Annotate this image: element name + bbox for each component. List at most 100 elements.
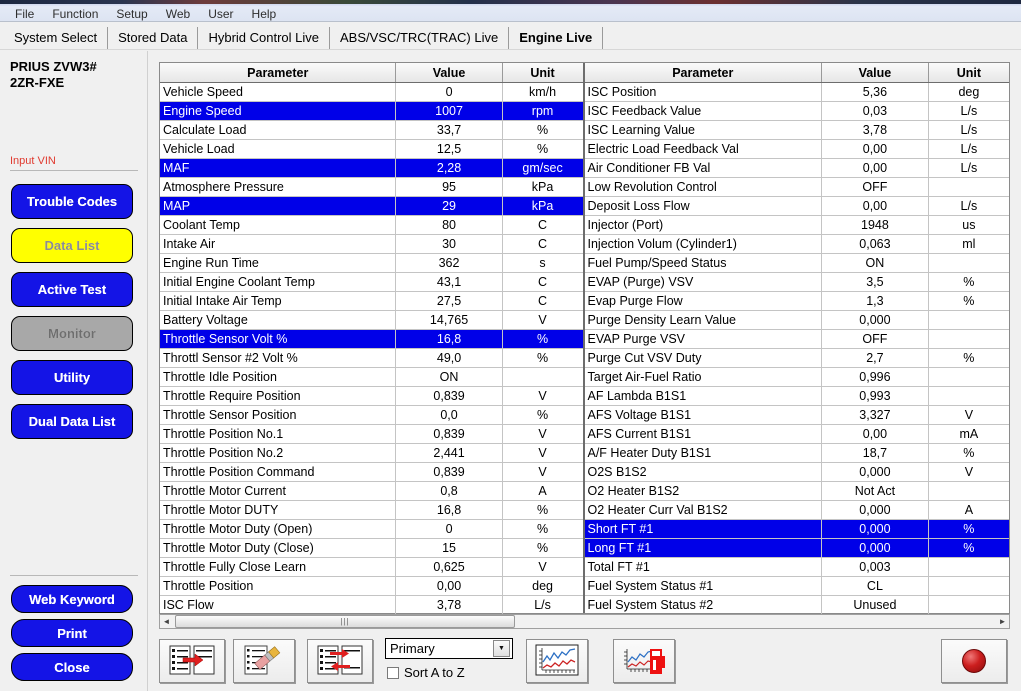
table-row[interactable]: Air Conditioner FB Val 0,00 L/s (584, 158, 1009, 178)
column-header-unit[interactable]: Unit (502, 63, 583, 83)
close-button[interactable]: Close (11, 653, 133, 681)
table-row[interactable]: Throttle Require Position 0,839 V (160, 386, 583, 406)
table-row[interactable]: Throttle Motor Duty (Close) 15% (160, 538, 583, 558)
table-row[interactable]: EVAP Purge VSV OFF (584, 329, 1009, 349)
table-row[interactable]: Throttle Position Command 0,839 V (160, 462, 583, 482)
table-row[interactable]: MAF 2,28 gm/sec (160, 158, 583, 178)
table-row[interactable]: Atmosphere Pressure 95 kPa (160, 177, 583, 197)
data-set-dropdown[interactable]: Primary ▼ (385, 638, 513, 659)
active-test-button[interactable]: Active Test (11, 272, 133, 307)
table-row[interactable]: Throttle Position No.1 0,839 V (160, 424, 583, 444)
column-header-parameter[interactable]: Parameter (160, 63, 397, 83)
table-row[interactable]: Throttle Motor Duty (Open) 0% (160, 519, 583, 539)
table-row[interactable]: O2 Heater Curr Val B1S2 0,000 A (584, 500, 1009, 520)
table-row[interactable]: O2S B1S2 0,000 V (584, 462, 1009, 482)
menu-item-user[interactable]: User (199, 7, 242, 21)
monitor-button[interactable]: Monitor (11, 316, 133, 351)
table-row[interactable]: Initial Intake Air Temp 27,5 C (160, 291, 583, 311)
table-row[interactable]: ISC Flow 3,78 L/s (160, 595, 583, 615)
menu-item-function[interactable]: Function (43, 7, 107, 21)
table-row[interactable]: Throttle Sensor Volt % 16,8% (160, 329, 583, 349)
table-row[interactable]: AFS Voltage B1S1 3,327 V (584, 405, 1009, 425)
table-row[interactable]: Coolant Temp 80 C (160, 215, 583, 235)
scroll-thumb[interactable]: ||| (175, 615, 515, 628)
menu-item-file[interactable]: File (6, 7, 43, 21)
fuel-graph-button[interactable] (613, 639, 675, 683)
web-keyword-button[interactable]: Web Keyword (11, 585, 133, 613)
table-row[interactable]: AF Lambda B1S1 0,993 (584, 386, 1009, 406)
graph-button[interactable] (526, 639, 588, 683)
scroll-track[interactable]: ||| (173, 615, 996, 628)
table-row[interactable]: Target Air-Fuel Ratio 0,996 (584, 367, 1009, 387)
checkbox-box[interactable] (387, 666, 399, 679)
table-row[interactable]: ISC Learning Value 3,78 L/s (584, 120, 1009, 140)
table-row[interactable]: Engine Speed 1007 rpm (160, 101, 583, 121)
table-row[interactable]: Initial Engine Coolant Temp 43,1 C (160, 272, 583, 292)
tab-hybrid-control-live[interactable]: Hybrid Control Live (198, 27, 331, 49)
table-row[interactable]: Intake Air 30 C (160, 234, 583, 254)
table-row[interactable]: Throttle Sensor Position 0,0% (160, 405, 583, 425)
table-row[interactable]: Total FT #1 0,003 (584, 557, 1009, 577)
table-row[interactable]: Electric Load Feedback Val 0,00 L/s (584, 139, 1009, 159)
scroll-right-arrow[interactable]: ► (996, 615, 1009, 628)
table-row[interactable]: Purge Cut VSV Duty 2,7% (584, 348, 1009, 368)
menu-item-help[interactable]: Help (243, 7, 286, 21)
table-row[interactable]: Calculate Load 33,7% (160, 120, 583, 140)
table-row[interactable]: Throttle Fully Close Learn 0,625 V (160, 557, 583, 577)
table-row[interactable]: Low Revolution Control OFF (584, 177, 1009, 197)
record-button[interactable] (941, 639, 1007, 683)
table-row[interactable]: Throttle Position 0,00 deg (160, 576, 583, 596)
utility-button[interactable]: Utility (11, 360, 133, 395)
table-row[interactable]: Throttle Position No.2 2,441 V (160, 443, 583, 463)
column-header-value[interactable]: Value (821, 63, 929, 83)
table-row[interactable]: Vehicle Load 12,5% (160, 139, 583, 159)
table-row[interactable]: EVAP (Purge) VSV 3,5% (584, 272, 1009, 292)
table-row[interactable]: MAP 29 kPa (160, 196, 583, 216)
column-header-value[interactable]: Value (395, 63, 503, 83)
menu-item-web[interactable]: Web (157, 7, 199, 21)
table-row[interactable]: Fuel Pump/Speed Status ON (584, 253, 1009, 273)
cell-unit: mA (928, 424, 1009, 444)
table-row[interactable]: Fuel System Status #2 Unused (584, 595, 1009, 615)
column-header-parameter[interactable]: Parameter (584, 63, 823, 83)
table-row[interactable]: Short FT #1 0,000% (584, 519, 1009, 539)
table-row[interactable]: Long FT #1 0,000% (584, 538, 1009, 558)
print-button[interactable]: Print (11, 619, 133, 647)
chevron-down-icon[interactable]: ▼ (493, 640, 510, 657)
swap-button[interactable] (307, 639, 373, 683)
table-row[interactable]: Throttle Idle Position ON (160, 367, 583, 387)
table-row[interactable]: Throttle Motor DUTY 16,8% (160, 500, 583, 520)
tab-abs-vsc-trc-live[interactable]: ABS/VSC/TRC(TRAC) Live (330, 27, 510, 49)
table-row[interactable]: O2 Heater B1S2 Not Act (584, 481, 1009, 501)
table-row[interactable]: Throttl Sensor #2 Volt % 49,0% (160, 348, 583, 368)
table-row[interactable]: Fuel System Status #1 CL (584, 576, 1009, 596)
select-all-button[interactable] (159, 639, 225, 683)
table-row[interactable]: Engine Run Time 362 s (160, 253, 583, 273)
table-row[interactable]: Throttle Motor Current 0,8 A (160, 481, 583, 501)
data-list-button[interactable]: Data List (11, 228, 133, 263)
table-row[interactable]: AFS Current B1S1 0,00 mA (584, 424, 1009, 444)
table-row[interactable]: Purge Density Learn Value 0,000 (584, 310, 1009, 330)
dual-data-list-button[interactable]: Dual Data List (11, 404, 133, 439)
table-row[interactable]: ISC Position 5,36 deg (584, 82, 1009, 102)
tab-stored-data[interactable]: Stored Data (108, 27, 199, 49)
scroll-left-arrow[interactable]: ◄ (160, 615, 173, 628)
input-vin-link[interactable]: Input VIN (10, 155, 138, 167)
tab-system-select[interactable]: System Select (4, 27, 109, 49)
table-row[interactable]: A/F Heater Duty B1S1 18,7% (584, 443, 1009, 463)
trouble-codes-button[interactable]: Trouble Codes (11, 184, 133, 219)
column-header-unit[interactable]: Unit (928, 63, 1009, 83)
sort-a-to-z-checkbox[interactable]: Sort A to Z (387, 665, 465, 680)
table-row[interactable]: Injection Volum (Cylinder1) 0,063 ml (584, 234, 1009, 254)
table-row[interactable]: Deposit Loss Flow 0,00 L/s (584, 196, 1009, 216)
table-row[interactable]: Battery Voltage 14,765 V (160, 310, 583, 330)
horizontal-scrollbar[interactable]: ◄ ||| ► (159, 614, 1010, 629)
tab-engine-live[interactable]: Engine Live (509, 27, 604, 49)
table-row[interactable]: Vehicle Speed 0 km/h (160, 82, 583, 102)
clear-button[interactable] (233, 639, 295, 683)
menu-item-setup[interactable]: Setup (107, 7, 156, 21)
table-row[interactable]: Injector (Port) 1948 us (584, 215, 1009, 235)
cell-parameter: ISC Feedback Value (584, 101, 823, 121)
table-row[interactable]: ISC Feedback Value 0,03 L/s (584, 101, 1009, 121)
table-row[interactable]: Evap Purge Flow 1,3% (584, 291, 1009, 311)
